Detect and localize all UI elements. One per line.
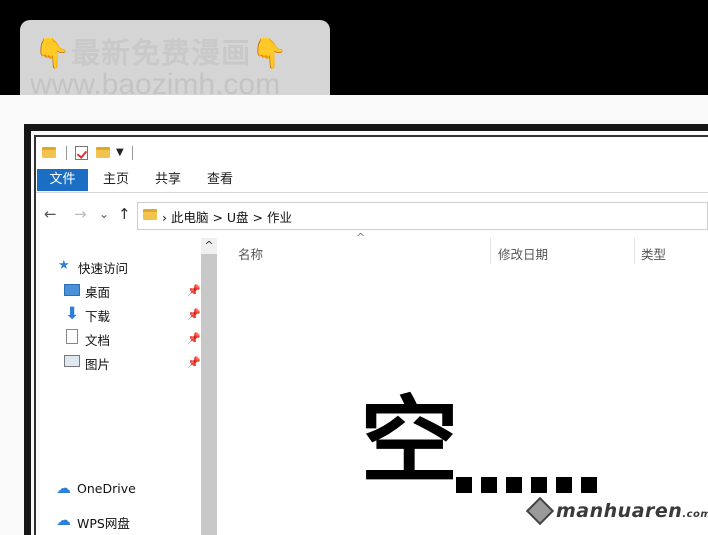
breadcrumb[interactable]: › 此电脑 > U盘 > 作业: [162, 207, 292, 226]
sidebar-item-downloads[interactable]: 下载: [85, 306, 110, 325]
back-arrow-icon[interactable]: ←: [44, 205, 57, 223]
toolbar-divider: [132, 146, 133, 160]
column-header-date[interactable]: 修改日期: [498, 244, 548, 263]
tab-view[interactable]: 查看: [207, 169, 233, 191]
folder-icon: [143, 209, 157, 220]
pin-icon[interactable]: 📌: [187, 284, 201, 297]
pin-icon[interactable]: 📌: [187, 308, 201, 321]
sidebar-item-desktop[interactable]: 桌面: [85, 282, 110, 301]
wps-cloud-icon: ☁: [56, 511, 71, 529]
sidebar-item-documents[interactable]: 文档: [85, 330, 110, 349]
pin-icon[interactable]: 📌: [187, 356, 201, 369]
column-divider[interactable]: [490, 238, 491, 264]
recent-dropdown-icon[interactable]: ⌄: [99, 207, 109, 221]
desktop-icon: [64, 284, 80, 296]
onedrive-cloud-icon: ☁: [56, 479, 71, 497]
download-icon: ⬇: [65, 304, 80, 324]
tab-home[interactable]: 主页: [103, 169, 129, 191]
ellipsis-dot: [581, 477, 597, 493]
pictures-icon: [64, 355, 80, 367]
folder-icon[interactable]: [42, 147, 56, 158]
column-header-type[interactable]: 类型: [641, 244, 666, 263]
column-divider[interactable]: [634, 238, 635, 264]
forward-arrow-icon[interactable]: →: [74, 205, 87, 223]
scroll-up-icon[interactable]: ^: [201, 238, 217, 254]
document-icon: [66, 329, 78, 344]
up-arrow-icon[interactable]: ↑: [118, 205, 131, 223]
watermark-text: 最新免费漫画: [71, 36, 252, 70]
ellipsis-dot: [531, 477, 547, 493]
tab-file[interactable]: 文件: [37, 169, 88, 191]
sidebar-item-pictures[interactable]: 图片: [85, 354, 110, 373]
empty-folder-text: 空: [360, 387, 459, 496]
sidebar-item-onedrive[interactable]: OneDrive: [77, 481, 136, 496]
ribbon-divider: [36, 192, 708, 193]
ellipsis-dot: [506, 477, 522, 493]
pointing-hand-icon: 👇: [34, 36, 72, 70]
sidebar-item-quick-access[interactable]: 快速访问: [78, 258, 128, 277]
sidebar-item-wps[interactable]: WPS网盘: [77, 513, 130, 532]
pointing-hand-icon: 👇: [251, 36, 289, 70]
toolbar-divider: [66, 146, 67, 160]
properties-check-icon[interactable]: [75, 146, 88, 160]
ellipsis-dot: [456, 477, 472, 493]
customize-dropdown-icon[interactable]: ▼: [116, 147, 124, 158]
site-watermark: manhuaren.com: [556, 500, 708, 522]
tab-share[interactable]: 共享: [155, 169, 181, 191]
new-folder-icon[interactable]: [96, 147, 110, 158]
sidebar-scrollbar[interactable]: [201, 254, 217, 535]
site-watermark-suffix: .com: [682, 509, 708, 520]
ellipsis-dot: [556, 477, 572, 493]
column-header-name[interactable]: 名称: [238, 244, 263, 263]
watermark-line1: 👇最新免费漫画👇: [34, 30, 288, 72]
ellipsis-dot: [481, 477, 497, 493]
sort-caret-icon: ^: [356, 231, 366, 244]
pin-icon[interactable]: 📌: [187, 332, 201, 345]
site-watermark-main: manhuaren: [556, 500, 683, 522]
star-icon: ★: [58, 258, 70, 273]
